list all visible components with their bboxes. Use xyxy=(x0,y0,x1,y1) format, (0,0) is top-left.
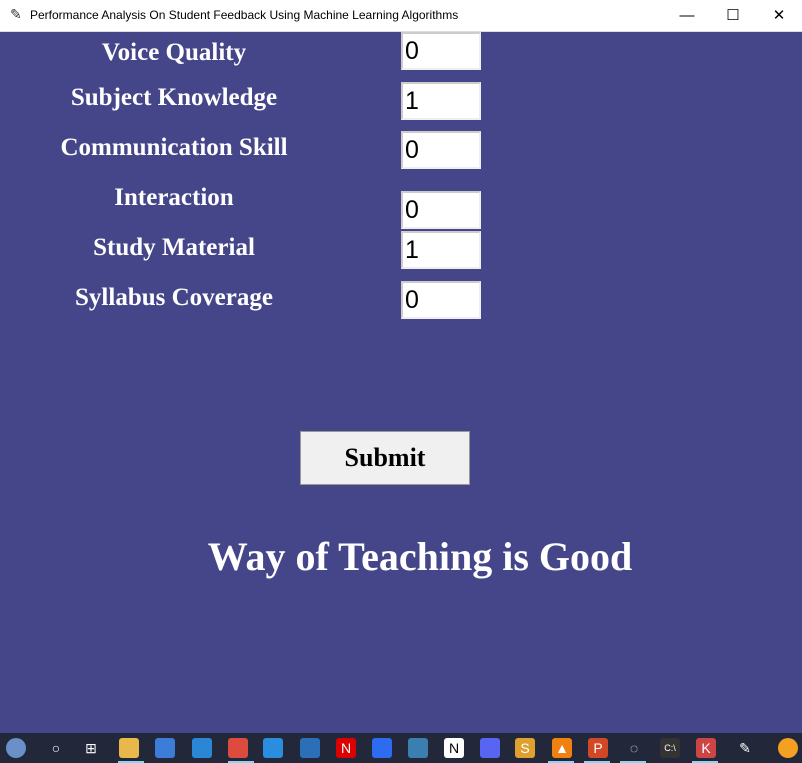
voice-quality-input[interactable] xyxy=(401,32,481,70)
maximize-button[interactable]: ☐ xyxy=(710,0,756,31)
cmd-icon[interactable]: C:\ xyxy=(660,738,680,758)
title-bar: ✎ Performance Analysis On Student Feedba… xyxy=(0,0,802,32)
spinner-app-icon[interactable]: ◌ xyxy=(624,738,644,758)
subject-knowledge-input[interactable] xyxy=(401,82,481,120)
vscode-icon[interactable] xyxy=(263,738,283,758)
netflix-icon[interactable]: N xyxy=(336,738,356,758)
label-syllabus-coverage: Syllabus Coverage xyxy=(75,284,273,311)
prime-video-icon[interactable] xyxy=(300,738,320,758)
start-app-icon[interactable] xyxy=(6,738,26,758)
label-communication-skill: Communication Skill xyxy=(60,134,288,161)
discord-icon[interactable] xyxy=(480,738,500,758)
mail-icon[interactable] xyxy=(192,738,212,758)
chrome-icon[interactable] xyxy=(228,738,248,758)
tk-feather-icon[interactable]: ✎ xyxy=(735,738,755,758)
window-title: Performance Analysis On Student Feedback… xyxy=(30,8,459,22)
syllabus-coverage-input[interactable] xyxy=(401,281,481,319)
label-interaction: Interaction xyxy=(114,184,234,211)
close-button[interactable]: ✕ xyxy=(756,0,802,31)
task-view-icon[interactable]: ⊞ xyxy=(81,738,101,758)
zoom-icon[interactable] xyxy=(372,738,392,758)
result-text: Way of Teaching is Good xyxy=(207,534,633,579)
submit-button[interactable]: Submit xyxy=(300,431,470,485)
vlc-icon[interactable]: ▲ xyxy=(552,738,572,758)
study-material-input[interactable] xyxy=(401,231,481,269)
label-study-material: Study Material xyxy=(93,234,255,261)
cortana-icon[interactable]: ○ xyxy=(46,738,66,758)
notion-icon[interactable]: N xyxy=(444,738,464,758)
minimize-button[interactable]: — xyxy=(664,0,710,31)
orange-app-icon[interactable] xyxy=(778,738,798,758)
label-subject-knowledge: Subject Knowledge xyxy=(70,84,278,111)
store-icon[interactable] xyxy=(155,738,175,758)
mysql-icon[interactable] xyxy=(408,738,428,758)
communication-skill-input[interactable] xyxy=(401,131,481,169)
file-explorer-icon[interactable] xyxy=(119,738,139,758)
label-voice-quality: Voice Quality xyxy=(101,39,247,66)
interaction-input[interactable] xyxy=(401,191,481,229)
feather-icon: ✎ xyxy=(10,6,22,22)
sublime-icon[interactable]: S xyxy=(515,738,535,758)
taskbar: ○ ⊞ N N S ▲ P ◌ C:\ K ✎ xyxy=(0,733,802,763)
app-icon[interactable]: K xyxy=(696,738,716,758)
powerpoint-icon[interactable]: P xyxy=(588,738,608,758)
